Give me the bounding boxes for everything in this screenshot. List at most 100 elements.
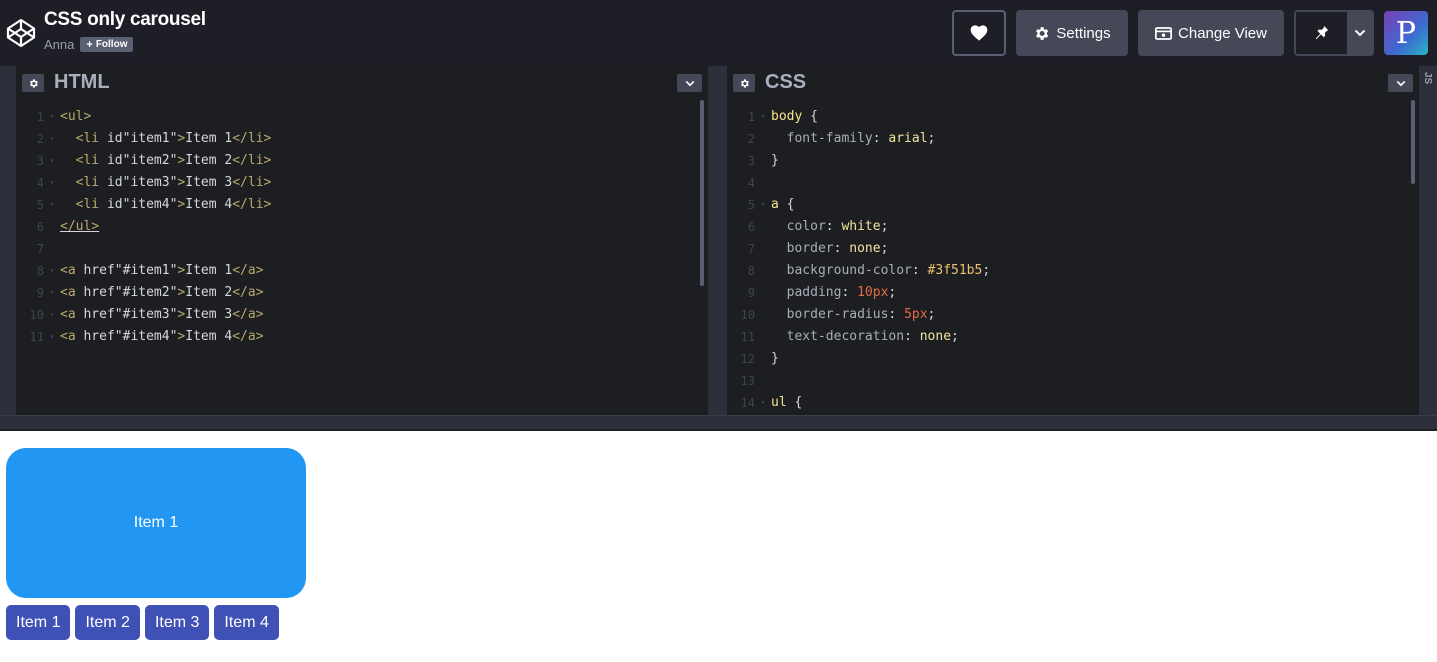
code-text: background-color: #3f51b5; — [786, 263, 991, 278]
fold-toggle-icon[interactable]: ▾ — [755, 194, 771, 216]
preview-resizer[interactable] — [0, 415, 1437, 431]
plus-icon: + — [86, 38, 93, 51]
pin-button-group — [1294, 10, 1374, 56]
line-number: 11 — [29, 330, 44, 344]
fold-toggle-icon — [755, 370, 771, 392]
line-number: 5 — [36, 198, 44, 212]
fold-toggle-icon[interactable]: ▾ — [44, 172, 60, 194]
code-text: <li id"item4">Item 4</li> — [75, 197, 272, 212]
css-settings-button[interactable] — [733, 74, 755, 92]
html-code-editor[interactable]: 1 ▾ <ul> 2 ▾ <li id"item1">Item 1</li> 3 ▾ <li… — [16, 106, 708, 348]
code-text: text-decoration: none; — [786, 329, 959, 344]
code-line: 1 ▾ body { — [727, 106, 1419, 128]
fold-toggle-icon — [44, 238, 60, 260]
code-text: <li id"item1">Item 1</li> — [75, 131, 272, 146]
gear-icon — [1036, 26, 1049, 40]
settings-button[interactable]: Settings — [1016, 10, 1128, 56]
line-number: 3 — [36, 154, 44, 168]
css-editor-scrollbar[interactable] — [1411, 100, 1415, 184]
line-number: 7 — [36, 242, 44, 256]
editor-area: HTML 1 ▾ <ul> 2 ▾ <li id"item1">Item 1</li> 3… — [0, 66, 1437, 415]
pin-button[interactable] — [1296, 12, 1347, 54]
carousel-nav-link[interactable]: Item 3 — [144, 605, 210, 640]
code-line: 10 ▾ <a href"#item3">Item 3</a> — [16, 304, 708, 326]
fold-toggle-icon — [755, 216, 771, 238]
code-line: 7 border: none; — [727, 238, 1419, 260]
code-text: <li id"item2">Item 2</li> — [75, 153, 272, 168]
author-row: Anna + Follow — [44, 37, 134, 52]
change-view-button[interactable]: Change View — [1138, 10, 1284, 56]
fold-toggle-icon[interactable]: ▾ — [44, 304, 60, 326]
pin-dropdown-button[interactable] — [1347, 12, 1372, 54]
line-number: 7 — [747, 242, 755, 256]
fold-toggle-icon[interactable]: ▾ — [44, 260, 60, 282]
code-line: 9 padding: 10px; — [727, 282, 1419, 304]
fold-toggle-icon — [755, 128, 771, 150]
code-text: ul { — [771, 395, 803, 410]
line-number: 2 — [36, 132, 44, 146]
fold-toggle-icon[interactable]: ▾ — [44, 282, 60, 304]
html-settings-button[interactable] — [22, 74, 44, 92]
fold-toggle-icon[interactable]: ▾ — [44, 326, 60, 348]
code-line: 2 font-family: arial; — [727, 128, 1419, 150]
carousel-nav-link[interactable]: Item 2 — [75, 605, 140, 640]
author-name[interactable]: Anna — [44, 37, 74, 52]
line-number: 12 — [740, 352, 755, 366]
fold-toggle-icon — [755, 304, 771, 326]
code-line: 11 text-decoration: none; — [727, 326, 1419, 348]
line-number: 1 — [36, 110, 44, 124]
line-number: 2 — [747, 132, 755, 146]
fold-toggle-icon[interactable]: ▾ — [44, 128, 60, 150]
html-collapse-button[interactable] — [677, 74, 702, 92]
line-number: 9 — [36, 286, 44, 300]
code-line: 12} — [727, 348, 1419, 370]
gear-icon — [29, 78, 38, 88]
line-number: 9 — [747, 286, 755, 300]
fold-toggle-icon — [755, 326, 771, 348]
code-line: 14 ▾ ul { — [727, 392, 1419, 414]
fold-toggle-icon[interactable]: ▾ — [44, 194, 60, 216]
top-bar: CSS only carousel Anna + Follow Settings … — [0, 0, 1437, 66]
pen-title[interactable]: CSS only carousel — [44, 9, 206, 31]
user-avatar[interactable]: P — [1384, 11, 1428, 55]
settings-label: Settings — [1056, 24, 1111, 42]
line-number: 3 — [747, 154, 755, 168]
line-number: 6 — [36, 220, 44, 234]
code-text: <a href"#item3">Item 3</a> — [60, 307, 264, 322]
html-panel-header: HTML — [16, 66, 708, 100]
code-line: 6 </ul> — [16, 216, 708, 238]
follow-button[interactable]: + Follow — [80, 37, 134, 52]
css-code-editor[interactable]: 1 ▾ body {2 font-family: arial; 3} 4 5 ▾ a {6 c… — [727, 106, 1419, 414]
css-editor-panel: CSS 1 ▾ body {2 font-family: arial; 3} 4 5 ▾ a … — [727, 66, 1419, 415]
heart-button[interactable] — [952, 10, 1006, 56]
code-text: padding: 10px; — [786, 285, 897, 300]
line-number: 6 — [747, 220, 755, 234]
carousel-nav: Item 1 Item 2 Item 3 Item 4 — [6, 605, 284, 640]
fold-toggle-icon[interactable]: ▾ — [755, 106, 771, 128]
carousel-nav-link[interactable]: Item 4 — [214, 605, 279, 640]
code-line: 10 border-radius: 5px; — [727, 304, 1419, 326]
code-text: <a href"#item1">Item 1</a> — [60, 263, 264, 278]
fold-toggle-icon[interactable]: ▾ — [44, 150, 60, 172]
change-view-label: Change View — [1178, 24, 1267, 42]
line-number: 10 — [29, 308, 44, 322]
line-number: 10 — [740, 308, 755, 322]
code-text: } — [771, 153, 779, 168]
line-number: 5 — [747, 198, 755, 212]
code-text: <a href"#item4">Item 4</a> — [60, 329, 264, 344]
fold-toggle-icon[interactable]: ▾ — [44, 106, 60, 128]
code-text: body { — [771, 109, 818, 124]
codepen-logo-icon[interactable] — [5, 17, 37, 49]
code-line: 4 ▾ <li id"item3">Item 3</li> — [16, 172, 708, 194]
follow-label: Follow — [95, 39, 128, 50]
js-panel-tab[interactable]: JS — [1421, 66, 1437, 415]
carousel-nav-link[interactable]: Item 1 — [6, 605, 71, 640]
code-line: 8 background-color: #3f51b5; — [727, 260, 1419, 282]
gear-icon — [740, 78, 749, 88]
code-text: <ul> — [60, 109, 92, 124]
fold-toggle-icon[interactable]: ▾ — [755, 392, 771, 414]
css-panel-header: CSS — [727, 66, 1419, 100]
css-panel-title: CSS — [765, 71, 807, 93]
css-collapse-button[interactable] — [1388, 74, 1413, 92]
html-editor-scrollbar[interactable] — [700, 100, 704, 286]
